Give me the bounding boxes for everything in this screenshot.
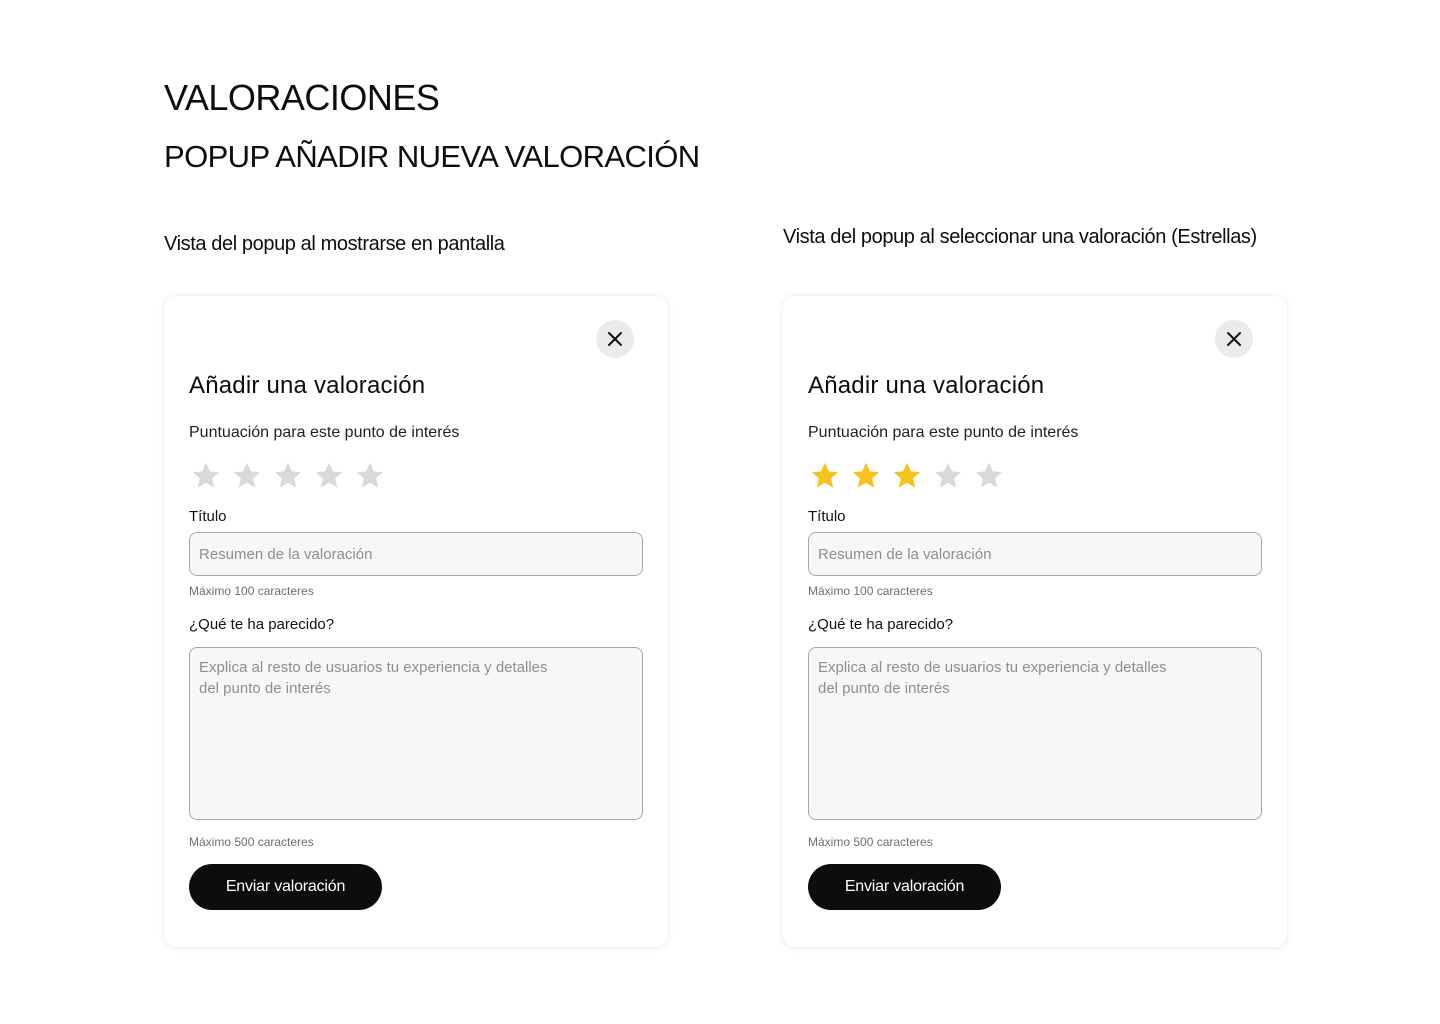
close-icon — [608, 332, 622, 346]
opinion-textarea[interactable] — [808, 647, 1262, 820]
star-empty-icon[interactable] — [232, 461, 262, 491]
star-filled-icon[interactable] — [892, 461, 922, 491]
submit-rating-button[interactable]: Enviar valoración — [808, 864, 1001, 910]
page-subtitle: POPUP AÑADIR NUEVA VALORACIÓN — [164, 139, 700, 174]
rating-popup-initial: Añadir una valoración Puntuación para es… — [164, 296, 668, 947]
title-helper-text: Máximo 100 caracteres — [189, 584, 314, 598]
opinion-helper-text: Máximo 500 caracteres — [808, 835, 933, 849]
star-filled-icon[interactable] — [851, 461, 881, 491]
close-icon — [1227, 332, 1241, 346]
score-label: Puntuación para este punto de interés — [808, 424, 1079, 441]
close-button[interactable] — [596, 320, 634, 358]
rating-popup-selected: Añadir una valoración Puntuación para es… — [783, 296, 1287, 947]
page: VALORACIONES POPUP AÑADIR NUEVA VALORACI… — [0, 0, 1440, 1024]
title-input[interactable] — [189, 532, 643, 576]
star-rating[interactable] — [810, 461, 1004, 491]
star-empty-icon[interactable] — [355, 461, 385, 491]
title-label: Título — [189, 508, 227, 525]
view-caption-initial: Vista del popup al mostrarse en pantalla — [164, 233, 505, 255]
submit-rating-button[interactable]: Enviar valoración — [189, 864, 382, 910]
title-helper-text: Máximo 100 caracteres — [808, 584, 933, 598]
star-empty-icon[interactable] — [974, 461, 1004, 491]
star-empty-icon[interactable] — [933, 461, 963, 491]
popup-heading: Añadir una valoración — [808, 372, 1045, 399]
star-empty-icon[interactable] — [191, 461, 221, 491]
view-caption-selected: Vista del popup al seleccionar una valor… — [783, 226, 1257, 248]
popup-heading: Añadir una valoración — [189, 372, 426, 399]
close-button[interactable] — [1215, 320, 1253, 358]
opinion-label: ¿Qué te ha parecido? — [189, 616, 335, 633]
opinion-helper-text: Máximo 500 caracteres — [189, 835, 314, 849]
star-filled-icon[interactable] — [810, 461, 840, 491]
page-title: VALORACIONES — [164, 77, 440, 118]
star-rating[interactable] — [191, 461, 385, 491]
star-empty-icon[interactable] — [314, 461, 344, 491]
opinion-textarea[interactable] — [189, 647, 643, 820]
score-label: Puntuación para este punto de interés — [189, 424, 460, 441]
opinion-label: ¿Qué te ha parecido? — [808, 616, 954, 633]
title-label: Título — [808, 508, 846, 525]
title-input[interactable] — [808, 532, 1262, 576]
star-empty-icon[interactable] — [273, 461, 303, 491]
